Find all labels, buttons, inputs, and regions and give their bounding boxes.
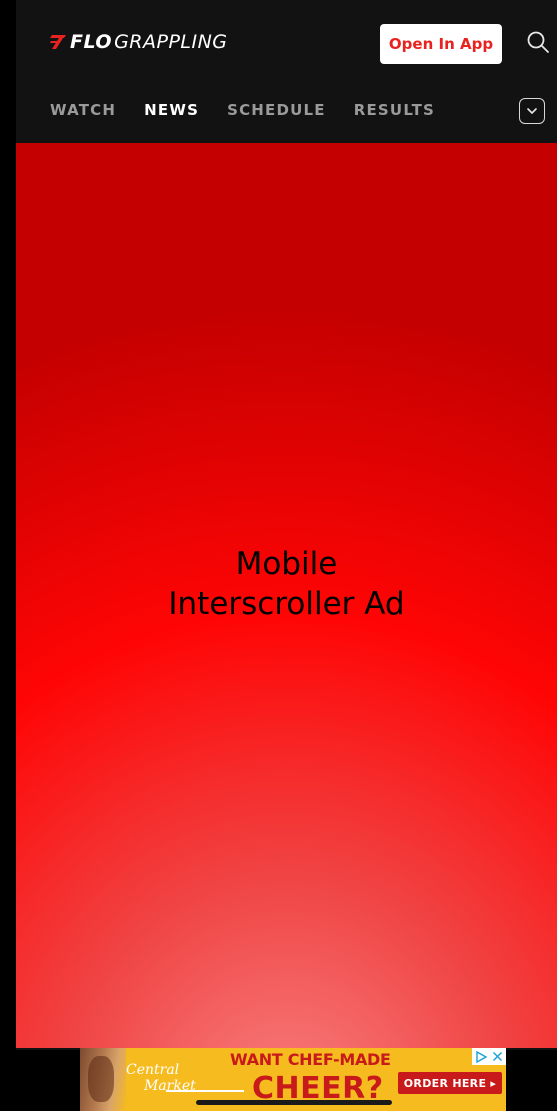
banner-food-detail: [88, 1056, 114, 1102]
ad-placeholder-text: Mobile Interscroller Ad: [168, 544, 404, 624]
logo-name-text: GRAPPLING: [114, 31, 228, 53]
tab-results[interactable]: RESULTS: [354, 101, 435, 119]
flo-logo-mark-icon: [50, 35, 66, 49]
adchoices-controls: [472, 1048, 506, 1065]
ad-line-1: Mobile: [235, 545, 338, 582]
search-icon[interactable]: [524, 28, 552, 56]
banner-order-button[interactable]: ORDER HERE ▸: [398, 1072, 502, 1094]
banner-brand-logo: Central Market: [126, 1062, 211, 1098]
main-nav: WATCH NEWS SCHEDULE RESULTS: [16, 85, 557, 143]
nav-more-button[interactable]: [519, 98, 545, 124]
banner-food-image: [80, 1048, 126, 1111]
nav-tabs: WATCH NEWS SCHEDULE RESULTS: [50, 101, 435, 119]
tab-watch[interactable]: WATCH: [50, 101, 116, 119]
banner-headline: WANT CHEF-MADE: [230, 1050, 391, 1069]
banner-brand-underline: [166, 1090, 244, 1092]
ad-line-2: Interscroller Ad: [168, 585, 405, 622]
close-icon[interactable]: [492, 1051, 503, 1062]
tab-news[interactable]: NEWS: [144, 101, 199, 119]
top-header: FLO GRAPPLING Open In App: [16, 0, 557, 85]
logo-flo-text: FLO: [70, 31, 113, 53]
banner-brand-line-1: Central: [126, 1062, 180, 1078]
chevron-down-icon: [527, 108, 537, 114]
adchoices-icon[interactable]: [475, 1050, 487, 1063]
open-in-app-button[interactable]: Open In App: [380, 24, 502, 64]
tab-schedule[interactable]: SCHEDULE: [227, 101, 326, 119]
home-indicator[interactable]: [196, 1100, 392, 1105]
interscroller-ad[interactable]: Mobile Interscroller Ad: [16, 143, 557, 1048]
flograppling-logo[interactable]: FLO GRAPPLING: [50, 29, 228, 55]
